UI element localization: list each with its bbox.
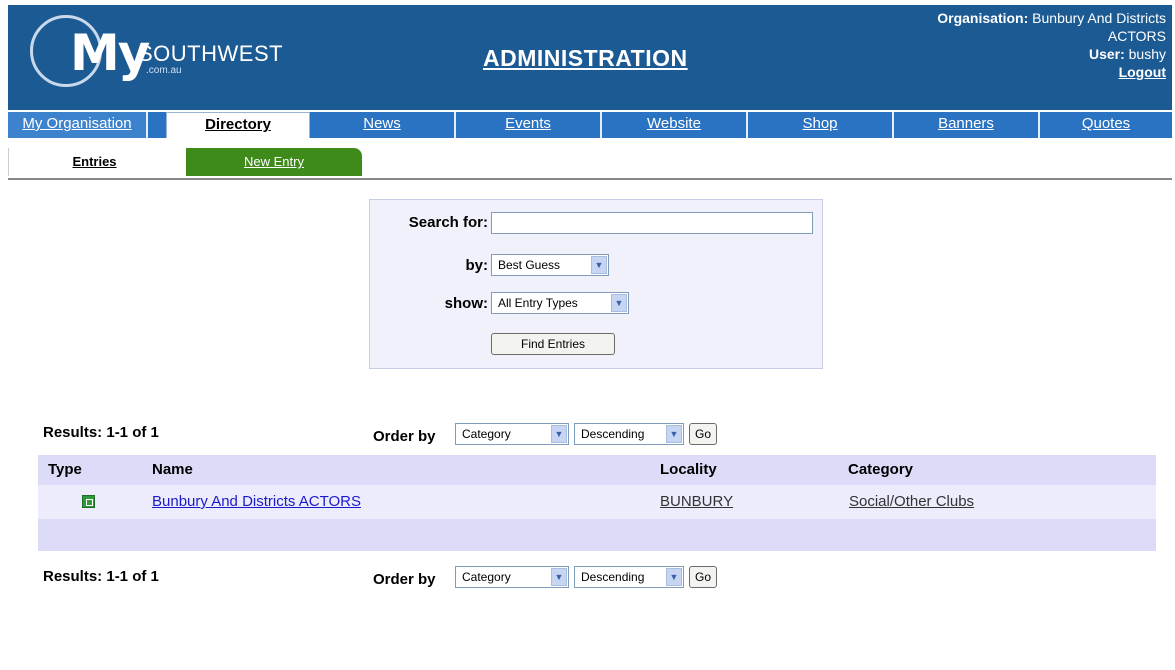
show-label: show: (444, 295, 488, 312)
chevron-down-icon[interactable]: ▼ (551, 425, 567, 443)
listing-icon (82, 495, 95, 508)
column-type: Type (48, 461, 82, 478)
organisation-value-line2: ACTORS (1107, 28, 1166, 44)
go-button-bottom[interactable]: Go (689, 566, 717, 588)
account-info: Organisation: Bunbury And Districts ACTO… (846, 9, 1166, 81)
results-table: Type Name Locality Category Bunbury And … (38, 455, 1156, 551)
tab-website[interactable]: Website (602, 112, 748, 138)
search-by-select[interactable]: Best Guess ▼ (491, 254, 609, 276)
entry-type-value: All Entry Types (498, 296, 578, 310)
user-value: bushy (1128, 46, 1166, 62)
order-field-value: Category (462, 427, 511, 441)
organisation-line: Organisation: Bunbury And Districts (846, 9, 1166, 27)
chevron-down-icon[interactable]: ▼ (666, 425, 682, 443)
results-count-top: Results: 1-1 of 1 (43, 424, 159, 441)
order-by-label-top: Order by (373, 428, 436, 445)
tab-quotes[interactable]: Quotes (1040, 112, 1172, 138)
column-category: Category (848, 461, 914, 478)
logo-southwest-text: SOUTHWEST (138, 41, 284, 66)
subtab-new-entry[interactable]: New Entry (186, 148, 362, 176)
order-direction-value: Descending (581, 570, 645, 584)
chevron-down-icon[interactable]: ▼ (666, 568, 682, 586)
order-field-select-top[interactable]: Category ▼ (455, 423, 569, 445)
tab-news[interactable]: News (310, 112, 456, 138)
entry-name-link[interactable]: Bunbury And Districts ACTORS (152, 485, 361, 519)
order-direction-select-bottom[interactable]: Descending ▼ (574, 566, 684, 588)
table-header: Type Name Locality Category (38, 455, 1156, 485)
tab-my-organisation[interactable]: My Organisation (8, 112, 148, 138)
page-title[interactable]: ADMINISTRATION (483, 45, 688, 72)
entry-locality-link[interactable]: BUNBURY (660, 485, 733, 519)
tab-directory[interactable]: Directory (166, 112, 310, 138)
by-label: by: (465, 257, 489, 274)
logo-my-text: My (70, 24, 150, 82)
chevron-down-icon[interactable]: ▼ (551, 568, 567, 586)
organisation-value: Bunbury And Districts (1032, 10, 1166, 26)
search-input[interactable] (491, 212, 813, 234)
chevron-down-icon[interactable]: ▼ (591, 256, 607, 274)
column-name: Name (152, 461, 193, 478)
tab-banners[interactable]: Banners (894, 112, 1040, 138)
entry-type-select[interactable]: All Entry Types ▼ (491, 292, 629, 314)
results-count-bottom: Results: 1-1 of 1 (43, 568, 159, 585)
tab-events[interactable]: Events (456, 112, 602, 138)
order-direction-value: Descending (581, 427, 645, 441)
organisation-label: Organisation: (937, 10, 1029, 26)
table-footer (38, 519, 1156, 551)
user-line: User: bushy (846, 45, 1166, 63)
logout-link[interactable]: Logout (1119, 64, 1166, 80)
subtab-entries[interactable]: Entries (8, 148, 180, 176)
order-direction-select-top[interactable]: Descending ▼ (574, 423, 684, 445)
directory-subtabs: Entries New Entry (8, 148, 1172, 180)
find-entries-button[interactable]: Find Entries (491, 333, 615, 355)
entry-category-link[interactable]: Social/Other Clubs (849, 485, 974, 519)
table-row: Bunbury And Districts ACTORS BUNBURY Soc… (38, 485, 1156, 519)
search-panel: Search for: by: Best Guess ▼ show: All E… (369, 199, 823, 369)
search-by-value: Best Guess (498, 258, 561, 272)
tab-shop[interactable]: Shop (748, 112, 894, 138)
order-field-select-bottom[interactable]: Category ▼ (455, 566, 569, 588)
go-button-top[interactable]: Go (689, 423, 717, 445)
order-by-label-bottom: Order by (373, 571, 436, 588)
column-locality: Locality (660, 461, 717, 478)
header-banner: My SOUTHWEST .com.au ADMINISTRATION Orga… (8, 5, 1172, 110)
logo-domain-text: .com.au (146, 65, 182, 76)
mysouthwest-logo[interactable]: My SOUTHWEST .com.au (30, 15, 300, 87)
order-field-value: Category (462, 570, 511, 584)
search-for-label: Search for: (408, 214, 488, 231)
chevron-down-icon[interactable]: ▼ (611, 294, 627, 312)
main-nav-tabs: My Organisation Directory News Events We… (8, 112, 1172, 138)
user-label: User: (1088, 46, 1125, 62)
